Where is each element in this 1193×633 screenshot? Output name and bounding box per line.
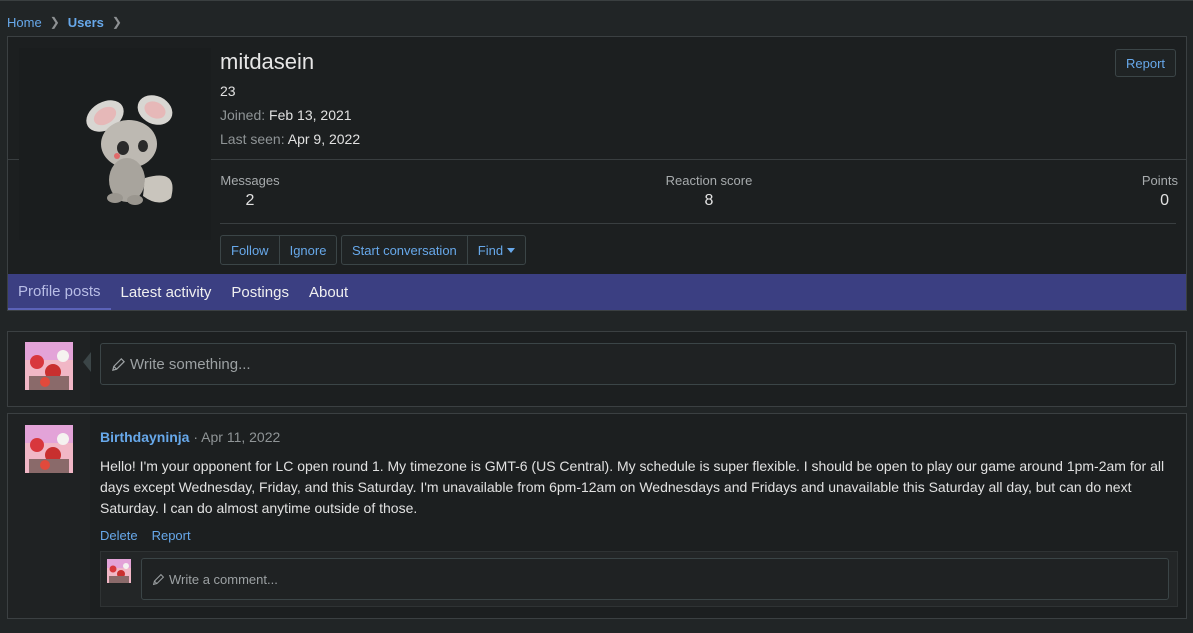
follow-button[interactable]: Follow [221,236,279,264]
tab-latest-activity[interactable]: Latest activity [111,274,222,310]
comment-area: Write a comment... [100,551,1178,607]
avatar[interactable] [19,48,211,240]
write-comment-placeholder: Write a comment... [169,571,278,587]
stat-reaction-value: 8 [704,192,714,209]
stat-messages[interactable]: Messages 2 [220,173,280,210]
breadcrumb-home[interactable]: Home [7,15,42,30]
post-actions: Delete Report [100,528,191,543]
profile-joined: Joined: Feb 13, 2021 [220,107,352,123]
report-button[interactable]: Report [1115,49,1176,77]
tab-postings[interactable]: Postings [221,274,299,310]
post-message: Hello! I'm your opponent for LC open rou… [100,458,1165,516]
joined-label: Joined: [220,107,266,123]
delete-link[interactable]: Delete [100,528,138,543]
avatar-image [25,425,73,473]
stat-messages-label: Messages [220,173,280,188]
write-something-placeholder: Write something... [130,355,251,373]
stat-reaction-label: Reaction score [665,173,753,188]
profile-header: mitdasein 23 Joined: Feb 13, 2021 Last s… [7,36,1187,311]
profile-username: mitdasein [220,49,315,74]
tab-about[interactable]: About [299,274,358,310]
stat-points-value: 0 [1160,192,1169,209]
conversation-find-group: Start conversation Find [341,235,527,265]
tab-profile-posts[interactable]: Profile posts [8,274,111,310]
profile-user-title: 23 [220,83,236,99]
report-link[interactable]: Report [152,528,191,543]
stat-points-label: Points [1141,173,1178,188]
avatar-image [25,342,73,390]
divider [211,159,1186,160]
write-something-input[interactable]: Write something... [100,343,1176,385]
caret-down-icon [507,247,516,253]
avatar-image [107,559,131,583]
post-author-link[interactable]: Birthdayninja [100,429,189,445]
avatar[interactable] [107,559,131,583]
breadcrumb-users[interactable]: Users [68,15,104,30]
follow-ignore-group: Follow Ignore [220,235,338,265]
divider [8,159,19,160]
stat-points[interactable]: Points 0 [1134,173,1178,210]
ignore-button[interactable]: Ignore [278,236,337,264]
write-comment-input[interactable]: Write a comment... [141,558,1169,600]
find-label: Find [477,242,504,258]
profile-post: Birthdayninja · Apr 11, 2022 Hello! I'm … [7,413,1187,619]
composer-pointer [83,352,91,372]
last-seen-label: Last seen: [220,131,285,147]
stat-messages-value: 2 [245,192,255,209]
profile-post-composer: Write something... [7,331,1187,407]
post-header: Birthdayninja · Apr 11, 2022 [100,429,280,445]
start-conversation-button[interactable]: Start conversation [342,236,467,264]
breadcrumb: Home ❯ Users ❯ [7,13,130,31]
avatar-sprite [19,48,211,240]
avatar[interactable] [25,425,73,473]
profile-tabs: Profile posts Latest activity Postings A… [8,274,1186,310]
avatar[interactable] [25,342,73,390]
chevron-right-icon: ❯ [49,15,60,29]
pencil-icon [112,357,125,371]
last-seen-value[interactable]: Apr 9, 2022 [288,131,360,147]
joined-value: Feb 13, 2021 [269,107,352,123]
chevron-right-icon: ❯ [111,15,122,29]
top-divider [0,0,1193,1]
post-date[interactable]: Apr 11, 2022 [201,429,280,445]
pencil-icon [152,573,165,585]
divider [220,223,1176,224]
post-separator: · [193,429,199,445]
profile-last-seen: Last seen: Apr 9, 2022 [220,131,360,147]
find-button[interactable]: Find [466,236,525,264]
stat-reaction-score[interactable]: Reaction score 8 [658,173,760,210]
